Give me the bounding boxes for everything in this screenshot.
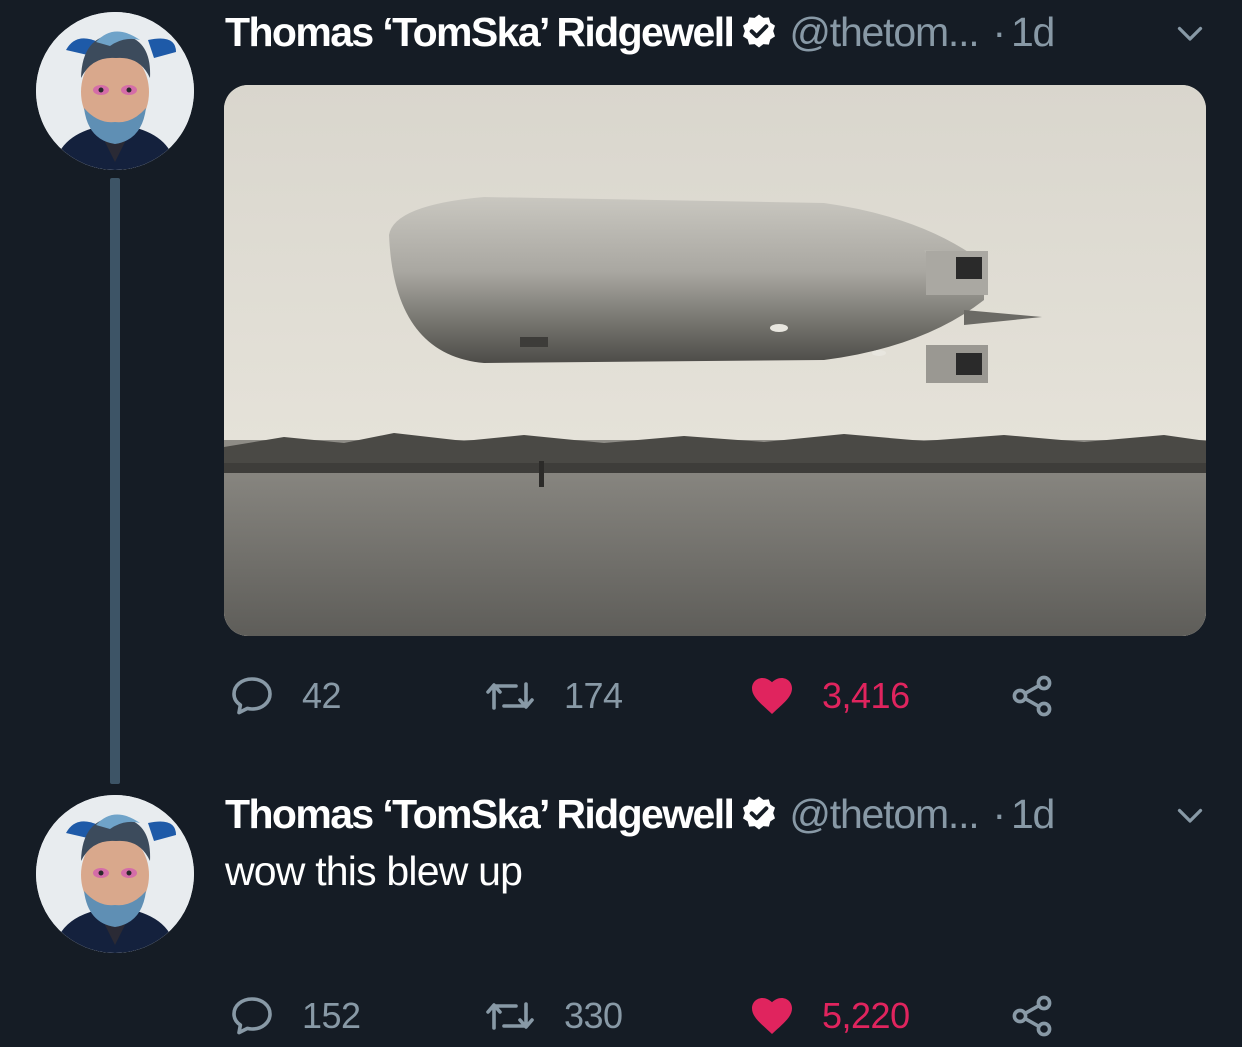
share-icon	[1008, 992, 1056, 1040]
reply-button[interactable]: 42	[228, 666, 342, 726]
retweet-button[interactable]: 174	[482, 666, 623, 726]
like-count: 5,220	[822, 995, 910, 1036]
reply-button[interactable]: 152	[228, 986, 361, 1046]
tweet: Thomas ‘TomSka’ Ridgewell @thetom... · 1…	[0, 0, 1242, 780]
like-count: 3,416	[822, 675, 910, 716]
tweet: Thomas ‘TomSka’ Ridgewell @thetom... · 1…	[0, 780, 1242, 1047]
heart-icon	[748, 992, 796, 1040]
reply-icon	[228, 672, 276, 720]
tweet-text: wow this blew up	[225, 848, 523, 894]
separator-dot: ·	[992, 8, 1006, 55]
retweet-count: 174	[564, 675, 623, 716]
share-icon	[1008, 672, 1056, 720]
author-handle[interactable]: @thetom...	[789, 9, 979, 56]
verified-badge-icon	[739, 12, 779, 52]
author-name[interactable]: Thomas ‘TomSka’ Ridgewell	[225, 9, 735, 56]
verified-badge-icon	[739, 794, 779, 834]
chevron-down-icon[interactable]	[1172, 14, 1208, 50]
share-button[interactable]	[1008, 986, 1056, 1046]
tweet-media-photo[interactable]	[224, 85, 1206, 636]
retweet-count: 330	[564, 995, 623, 1036]
tweet-actions: 152 330 5,220	[224, 986, 1084, 1046]
chevron-down-icon[interactable]	[1172, 796, 1208, 832]
avatar[interactable]	[36, 12, 194, 170]
tweet-header: Thomas ‘TomSka’ Ridgewell @thetom... · 1…	[225, 782, 1212, 846]
like-button[interactable]: 3,416	[748, 666, 910, 726]
retweet-icon	[482, 992, 538, 1040]
like-button[interactable]: 5,220	[748, 986, 910, 1046]
separator-dot: ·	[992, 790, 1006, 837]
retweet-button[interactable]: 330	[482, 986, 623, 1046]
author-name[interactable]: Thomas ‘TomSka’ Ridgewell	[225, 791, 735, 838]
timestamp[interactable]: 1d	[1011, 791, 1055, 838]
author-handle[interactable]: @thetom...	[789, 791, 979, 838]
heart-icon	[748, 672, 796, 720]
reply-count: 42	[302, 675, 342, 716]
timestamp[interactable]: 1d	[1011, 9, 1055, 56]
tweet-header: Thomas ‘TomSka’ Ridgewell @thetom... · 1…	[225, 0, 1212, 64]
retweet-icon	[482, 672, 538, 720]
tweet-actions: 42 174 3,416	[224, 666, 1084, 726]
avatar[interactable]	[36, 795, 194, 953]
share-button[interactable]	[1008, 666, 1056, 726]
reply-icon	[228, 992, 276, 1040]
reply-count: 152	[302, 995, 361, 1036]
